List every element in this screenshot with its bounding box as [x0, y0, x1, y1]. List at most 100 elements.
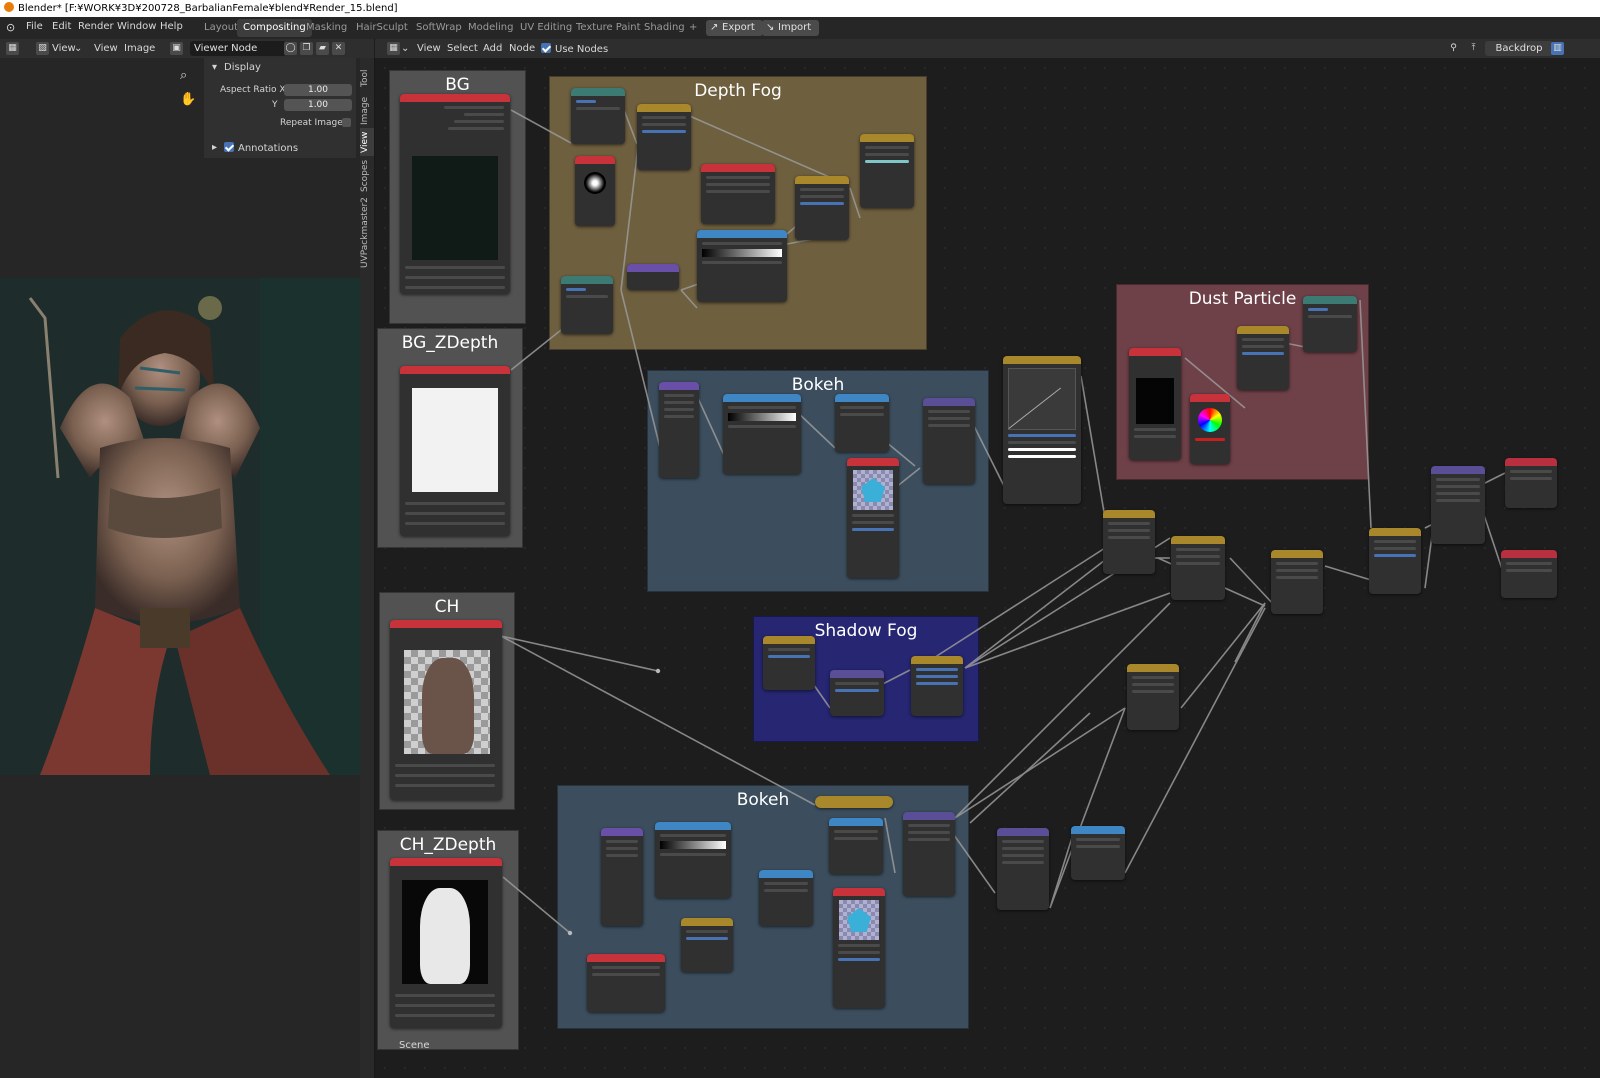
node-color-ramp-bottom[interactable]	[655, 822, 731, 898]
menu-add[interactable]: Add	[483, 43, 502, 54]
node-alpha-over-middle[interactable]	[1127, 664, 1179, 730]
menu-file[interactable]: File	[26, 21, 43, 32]
node-separate-rgba[interactable]	[1071, 826, 1125, 880]
node-math-multiply-top[interactable]	[835, 394, 889, 452]
backdrop-toggle[interactable]: Backdrop	[1485, 41, 1553, 56]
node-render-layers-bg[interactable]	[400, 94, 510, 294]
annotations-panel-chevron-icon[interactable]: ▸	[212, 142, 217, 153]
image-name-field[interactable]: Viewer Node	[190, 41, 286, 56]
node-mix-multiply-right-1[interactable]	[1103, 510, 1155, 574]
parent-node-icon[interactable]: ⤒	[1467, 42, 1480, 55]
image-browse-icon[interactable]: ▣	[170, 42, 183, 55]
node-mix-lighten[interactable]	[637, 104, 691, 170]
tab-masking[interactable]: Masking	[300, 19, 353, 37]
render-preview-image[interactable]	[0, 278, 360, 775]
node-header[interactable]	[400, 94, 510, 102]
node-mix-add-output[interactable]	[1369, 528, 1421, 594]
shield-icon[interactable]: ◯	[284, 42, 297, 55]
close-icon[interactable]: ✕	[332, 42, 345, 55]
aspect-ratio-y-field[interactable]: 1.00	[284, 99, 352, 111]
node-color-ramp-depthfog[interactable]	[697, 230, 787, 302]
node-scale-depthfog-2[interactable]	[561, 276, 613, 334]
node-header[interactable]	[400, 366, 510, 374]
display-panel-title[interactable]: Display	[224, 62, 261, 73]
node-map-value-bottom[interactable]	[601, 828, 643, 926]
node-box-mask-bottom[interactable]	[587, 954, 665, 1012]
compositor-node-editor[interactable]: BG BG_ZDepth CH CH_ZDepth Depth Fog Boke…	[375, 58, 1600, 1078]
node-mix-multiply[interactable]	[795, 176, 849, 240]
use-nodes-checkbox[interactable]: Use Nodes	[541, 43, 608, 55]
node-rgb-curves[interactable]	[1003, 356, 1081, 504]
node-header[interactable]	[390, 858, 502, 866]
node-alpha-over-right[interactable]	[1271, 550, 1323, 614]
view-mode-dropdown[interactable]: View	[52, 43, 76, 54]
node-hue-saturation[interactable]	[911, 656, 963, 716]
node-render-layers-ch[interactable]	[390, 620, 502, 800]
vtab-uvpackmaster2[interactable]: UVPackmaster2	[360, 197, 374, 268]
vtab-view[interactable]: View	[360, 128, 374, 156]
display-panel-chevron-icon[interactable]: ▾	[212, 62, 217, 73]
node-bokeh-image-bottom[interactable]	[833, 888, 885, 1008]
view-mode-icon[interactable]: ▧	[36, 42, 49, 55]
node-scale-depthfog[interactable]	[571, 88, 625, 144]
node-color-ramp-top[interactable]	[723, 394, 801, 474]
vtab-image[interactable]: Image	[360, 94, 374, 128]
add-workspace-button[interactable]: +	[683, 19, 703, 37]
menu-node-view[interactable]: View	[417, 43, 441, 54]
node-render-layers-dust[interactable]	[1129, 348, 1181, 460]
node-scale-dust[interactable]	[1303, 296, 1357, 352]
tab-modeling[interactable]: Modeling	[462, 19, 520, 37]
menu-node[interactable]: Node	[509, 43, 535, 54]
pin-icon[interactable]: ⚲	[1447, 42, 1460, 55]
editor-type-icon[interactable]: ▦	[6, 42, 19, 55]
node-editor-type-chevron-icon[interactable]: ⌄	[401, 43, 409, 54]
menu-image[interactable]: Image	[124, 43, 155, 54]
node-sun-beams[interactable]	[830, 670, 884, 716]
view-mode-chevron-icon[interactable]: ⌄	[74, 43, 82, 54]
node-invert-shadowfog[interactable]	[763, 636, 815, 690]
vtab-tool[interactable]: Tool	[360, 64, 374, 92]
node-blur[interactable]	[997, 828, 1049, 910]
duplicate-icon[interactable]: ❐	[300, 42, 313, 55]
node-bokeh-image-top[interactable]	[847, 458, 899, 578]
tab-softwrap[interactable]: SoftWrap	[410, 19, 468, 37]
menu-edit[interactable]: Edit	[52, 21, 71, 32]
node-mix-depthfog[interactable]	[860, 134, 914, 208]
blender-menu-icon[interactable]: ⊙	[6, 21, 15, 34]
node-bokeh-blur-bottom[interactable]	[903, 812, 955, 896]
node-math-multiply-bottom-1[interactable]	[759, 870, 813, 926]
node-mix-multiply-right-2[interactable]	[1171, 536, 1225, 600]
node-map-value-top[interactable]	[659, 382, 699, 478]
menu-select[interactable]: Select	[447, 43, 478, 54]
node-invert-bottom[interactable]	[681, 918, 733, 972]
node-rgb-curves-collapsed[interactable]	[815, 796, 893, 808]
node-math-multiply-bottom-2[interactable]	[829, 818, 883, 874]
node-viewer[interactable]	[1505, 458, 1557, 508]
tab-texture-paint[interactable]: Texture Paint	[570, 19, 647, 37]
tab-hairsculpt[interactable]: HairSculpt	[350, 19, 414, 37]
node-mix-overlay-dust[interactable]	[1237, 326, 1289, 390]
menu-render[interactable]: Render	[78, 21, 114, 32]
zoom-icon[interactable]: ⌕	[180, 68, 187, 83]
node-render-layers-bg-zdepth[interactable]	[400, 366, 510, 536]
repeat-image-checkbox[interactable]	[342, 118, 351, 127]
node-composite[interactable]	[1501, 550, 1557, 598]
node-box-mask[interactable]	[701, 164, 775, 224]
backdrop-channels-icon[interactable]: ▥	[1551, 42, 1564, 55]
pan-hand-icon[interactable]: ✋	[180, 92, 196, 107]
menu-view[interactable]: View	[94, 43, 118, 54]
node-editor-type-icon[interactable]: ▦	[387, 42, 400, 55]
node-rgb-depthfog[interactable]	[575, 156, 615, 226]
tab-uv-editing[interactable]: UV Editing	[514, 19, 578, 37]
node-render-layers-ch-zdepth[interactable]	[390, 858, 502, 1028]
node-glare[interactable]	[1431, 466, 1485, 544]
node-rgb-dust[interactable]	[1190, 394, 1230, 464]
annotations-checkbox[interactable]: Annotations	[224, 142, 298, 154]
import-button[interactable]: ↘ Import	[762, 20, 820, 36]
vtab-scopes[interactable]: Scopes	[360, 158, 374, 194]
node-normalize[interactable]	[627, 264, 679, 290]
folder-icon[interactable]: ▰	[316, 42, 329, 55]
aspect-ratio-x-field[interactable]: 1.00	[284, 84, 352, 96]
node-header[interactable]	[390, 620, 502, 628]
menu-help[interactable]: Help	[160, 21, 183, 32]
